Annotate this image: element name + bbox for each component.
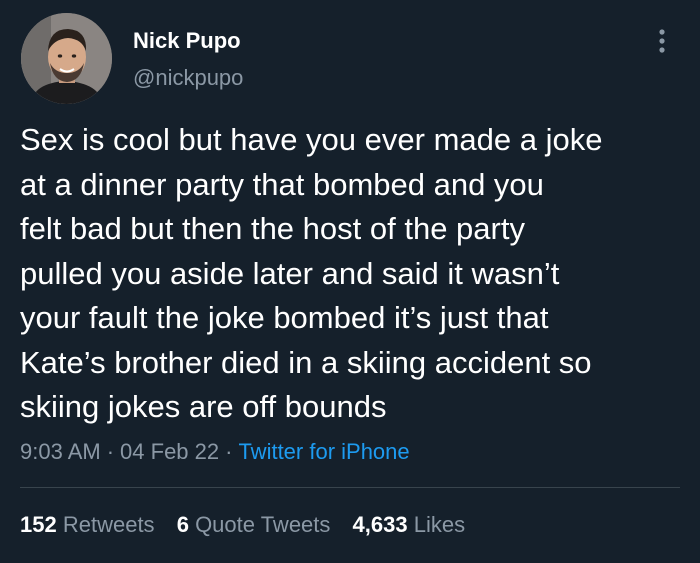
tweet-stats: 152 Retweets 6 Quote Tweets 4,633 Likes <box>20 510 481 540</box>
quote-tweets-stat[interactable]: 6 Quote Tweets <box>177 510 331 540</box>
likes-stat[interactable]: 4,633 Likes <box>353 510 466 540</box>
meta-separator: · <box>106 439 115 464</box>
likes-label: Likes <box>413 512 466 537</box>
tweet-source-link[interactable]: Twitter for iPhone <box>238 439 409 464</box>
tweet-date[interactable]: 04 Feb 22 <box>120 439 219 464</box>
tweet-time[interactable]: 9:03 AM <box>20 439 101 464</box>
retweets-label: Retweets <box>62 512 155 537</box>
avatar-image <box>21 13 112 104</box>
meta-separator: · <box>225 439 233 464</box>
retweets-stat[interactable]: 152 Retweets <box>20 510 155 540</box>
divider <box>20 487 680 488</box>
author-handle[interactable]: @nickpupo <box>133 64 243 92</box>
tweet-text: Sex is cool but have you ever made a jok… <box>20 122 603 424</box>
tweet-metadata: 9:03 AM · 04 Feb 22 · Twitter for iPhone <box>20 437 410 467</box>
quote-tweets-label: Quote Tweets <box>195 512 331 537</box>
more-vertical-icon[interactable] <box>650 26 674 56</box>
quote-tweets-count: 6 <box>176 512 189 537</box>
likes-count: 4,633 <box>352 512 408 537</box>
author-display-name[interactable]: Nick Pupo <box>133 27 241 55</box>
avatar[interactable] <box>21 13 112 104</box>
retweets-count: 152 <box>20 512 57 537</box>
tweet-card: Nick Pupo @nickpupo Sex is cool but have… <box>0 0 700 563</box>
